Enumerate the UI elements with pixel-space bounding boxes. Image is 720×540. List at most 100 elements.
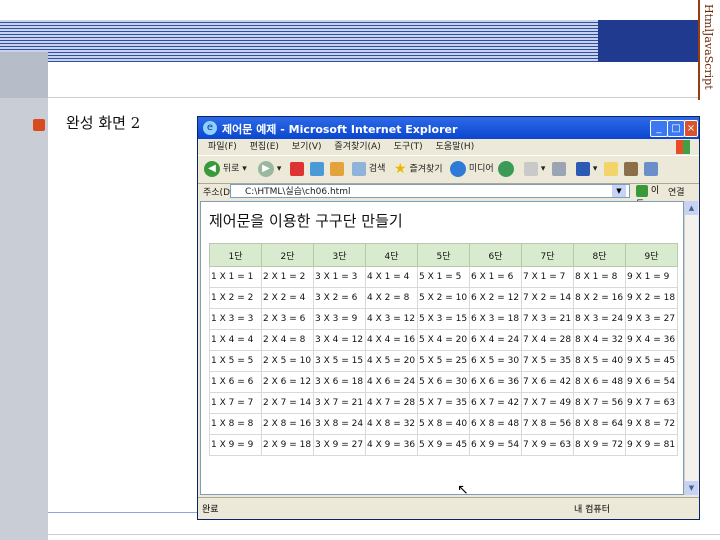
menu-tools[interactable]: 도구(T)	[394, 139, 423, 155]
back-button[interactable]: ◀ 뒤로 ▾	[204, 160, 247, 178]
discuss-button[interactable]	[604, 160, 618, 178]
address-input[interactable]: C:\HTML\실습\ch06.html	[230, 184, 630, 198]
status-bar: 완료 내 컴퓨터	[198, 497, 699, 518]
home-icon	[330, 161, 344, 176]
table-cell: 4 X 8 = 32	[365, 413, 418, 435]
table-cell: 5 X 9 = 45	[417, 434, 470, 456]
table-cell: 6 X 9 = 54	[469, 434, 522, 456]
refresh-button[interactable]	[310, 160, 324, 178]
table-row: 1 X 4 = 42 X 4 = 83 X 4 = 12 4 X 4 = 16 5 …	[209, 329, 678, 351]
table-cell: 3 X 5 = 15	[313, 350, 366, 372]
table-row: 1 X 8 = 82 X 8 = 16 3 X 8 = 24 4 X 8 = 32 5…	[209, 413, 678, 435]
table-cell: 4 X 9 = 36	[365, 434, 418, 456]
table-cell: 6 X 1 = 6	[469, 266, 522, 288]
table-cell: 5 X 1 = 5	[417, 266, 470, 288]
history-button[interactable]	[498, 160, 514, 178]
research-button[interactable]	[624, 160, 638, 178]
print-icon	[552, 161, 566, 176]
ie-logo-icon: e	[203, 121, 217, 135]
table-cell: 8 X 8 = 64	[573, 413, 626, 435]
table-cell: 6 X 3 = 18	[469, 308, 522, 330]
table-row: 1 X 2 = 22 X 2 = 43 X 2 = 64 X 2 = 85 X …	[209, 287, 678, 309]
go-button[interactable]: 이동	[636, 184, 660, 210]
forward-button[interactable]: ▶ ▾	[258, 160, 281, 178]
zone-label: 내 컴퓨터	[574, 505, 610, 515]
table-cell: 9 X 9 = 81	[625, 434, 678, 456]
edit-icon	[576, 161, 590, 176]
table-cell: 7 X 4 = 28	[521, 329, 574, 351]
vertical-scrollbar[interactable]: ▲ ▼	[684, 201, 698, 495]
window-title: 제어문 예제 - Microsoft Internet Explorer	[222, 123, 458, 136]
window-titlebar[interactable]: e 제어문 예제 - Microsoft Internet Explorer _…	[198, 117, 699, 139]
menu-view[interactable]: 보기(V)	[292, 139, 322, 155]
table-cell: 6 X 4 = 24	[469, 329, 522, 351]
table-cell: 6 X 5 = 30	[469, 350, 522, 372]
mail-button[interactable]: ▾	[524, 160, 545, 178]
table-cell: 3 X 4 = 12	[313, 329, 366, 351]
forward-arrow-icon: ▶	[258, 160, 274, 177]
table-row: 1 X 3 = 32 X 3 = 63 X 3 = 94 X 3 = 12 5 X…	[209, 308, 678, 330]
table-cell: 4 X 4 = 16	[365, 329, 418, 351]
table-cell: 5 X 2 = 10	[417, 287, 470, 309]
print-button[interactable]	[552, 160, 566, 178]
table-cell: 4 X 1 = 4	[365, 266, 418, 288]
research-icon	[624, 161, 638, 176]
table-cell: 1 X 1 = 1	[209, 266, 262, 288]
mail-icon	[524, 161, 538, 176]
search-button[interactable]: 검색	[352, 160, 385, 178]
table-cell: 9 X 3 = 27	[625, 308, 678, 330]
table-cell: 5 X 4 = 20	[417, 329, 470, 351]
table-cell: 2 X 6 = 12	[261, 371, 314, 393]
table-cell: 7 X 2 = 14	[521, 287, 574, 309]
minimize-button[interactable]: _	[650, 120, 668, 137]
table-cell: 1 X 3 = 3	[209, 308, 262, 330]
favorites-button[interactable]: ★ 즐겨찾기	[394, 160, 443, 178]
table-cell: 6 X 8 = 48	[469, 413, 522, 435]
media-button[interactable]: 미디어	[450, 160, 494, 178]
address-dropdown-icon[interactable]: ▼	[612, 185, 626, 197]
search-label: 검색	[368, 164, 386, 174]
column-header: 3단	[313, 243, 366, 267]
menu-help[interactable]: 도움말(H)	[436, 139, 475, 155]
column-header: 9단	[625, 243, 678, 267]
multiplication-table: 1단 2단 3단 4단 5단 6단 7단 8단 9단 1 X 1 = 12 X 1 = 23 X…	[209, 243, 678, 456]
search-icon	[352, 161, 366, 176]
scroll-down-icon[interactable]: ▼	[685, 481, 698, 495]
menu-edit[interactable]: 편집(E)	[250, 139, 279, 155]
header-divider	[48, 97, 698, 98]
left-sidebar-block	[0, 52, 48, 98]
home-button[interactable]	[330, 160, 344, 178]
table-cell: 5 X 6 = 30	[417, 371, 470, 393]
scroll-up-icon[interactable]: ▲	[685, 201, 698, 215]
table-cell: 4 X 5 = 20	[365, 350, 418, 372]
status-text: 완료	[202, 505, 219, 515]
stop-button[interactable]	[290, 160, 304, 178]
menu-file[interactable]: 파일(F)	[208, 139, 237, 155]
close-button[interactable]: ×	[684, 120, 698, 137]
table-cell: 7 X 3 = 21	[521, 308, 574, 330]
table-cell: 3 X 8 = 24	[313, 413, 366, 435]
messenger-button[interactable]	[644, 160, 658, 178]
column-header: 6단	[469, 243, 522, 267]
table-cell: 9 X 7 = 63	[625, 392, 678, 414]
table-cell: 8 X 9 = 72	[573, 434, 626, 456]
back-label: 뒤로	[222, 164, 240, 174]
table-cell: 1 X 8 = 8	[209, 413, 262, 435]
back-arrow-icon: ◀	[204, 160, 220, 177]
table-cell: 2 X 5 = 10	[261, 350, 314, 372]
maximize-button[interactable]: □	[667, 120, 685, 137]
browser-window: e 제어문 예제 - Microsoft Internet Explorer _…	[197, 116, 700, 520]
side-title-text: HtmlJavaScript	[702, 4, 715, 90]
header-band-accent	[598, 20, 698, 62]
table-cell: 2 X 3 = 6	[261, 308, 314, 330]
links-label[interactable]: 연결	[668, 185, 685, 198]
address-label: 주소(D)	[203, 188, 234, 198]
menu-favorites[interactable]: 즐겨찾기(A)	[334, 139, 380, 155]
table-cell: 1 X 5 = 5	[209, 350, 262, 372]
table-cell: 2 X 2 = 4	[261, 287, 314, 309]
table-cell: 9 X 5 = 45	[625, 350, 678, 372]
favorites-label: 즐겨찾기	[409, 164, 443, 175]
table-cell: 4 X 7 = 28	[365, 392, 418, 414]
edit-button[interactable]: ▾	[576, 160, 597, 178]
table-row: 1 X 1 = 12 X 1 = 23 X 1 = 34 X 1 = 45 X …	[209, 266, 678, 288]
